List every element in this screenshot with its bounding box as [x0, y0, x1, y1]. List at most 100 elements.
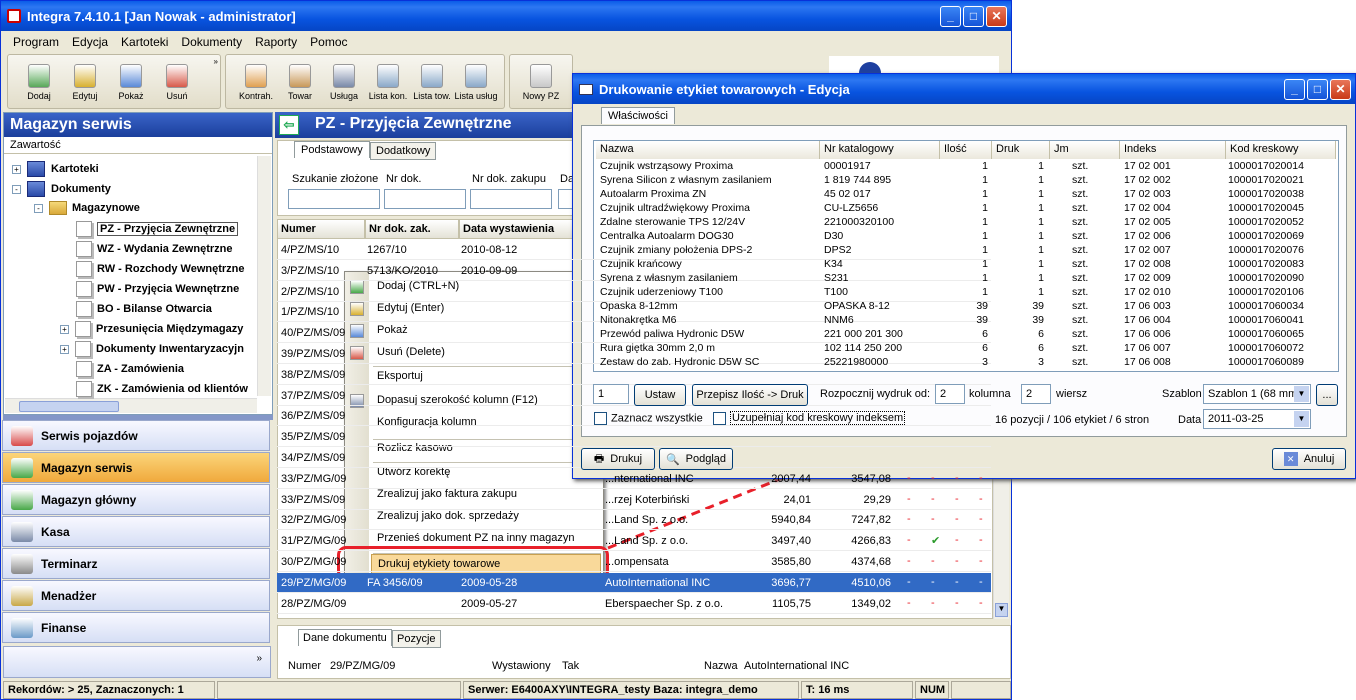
- nav-3[interactable]: Kasa: [2, 516, 270, 547]
- overflow-icon[interactable]: »: [214, 57, 218, 66]
- table-row[interactable]: 29/PZ/MG/09 FA 3456/09 2009-05-28 AutoInter…: [277, 572, 991, 593]
- toolbar-button-0[interactable]: Dodaj: [16, 55, 62, 107]
- quantity-input[interactable]: 1: [593, 384, 629, 404]
- tree-item[interactable]: ZK - Zamówienia od klientów: [76, 381, 248, 397]
- dialog-item-row[interactable]: Zestaw do zab. Hydronic D5W SC 2522198000…: [596, 356, 1336, 370]
- tree-hscrollbar[interactable]: [5, 398, 257, 413]
- table-row[interactable]: 28/PZ/MG/09 2009-05-27 Eberspaecher Sp. z …: [277, 594, 991, 614]
- nav-4[interactable]: Terminarz: [2, 548, 270, 579]
- menu-item-2[interactable]: Kartoteki: [121, 35, 168, 49]
- expand-icon[interactable]: +: [60, 324, 69, 334]
- ustaw-button[interactable]: Ustaw: [634, 384, 686, 406]
- nav-1[interactable]: Magazyn serwis: [2, 452, 270, 483]
- toolbar-button-8[interactable]: Lista tow.: [410, 55, 454, 107]
- checkbox[interactable]: [594, 412, 607, 425]
- expand-icon[interactable]: -: [34, 203, 43, 213]
- toolbar-button-5[interactable]: Towar: [278, 55, 322, 107]
- dialog-item-row[interactable]: Syrena z własnym zasilaniem S231 1 1 szt. 17 …: [596, 272, 1336, 286]
- checkbox[interactable]: [713, 412, 726, 425]
- nav-5[interactable]: Menadżer: [2, 580, 270, 611]
- przepisz-button[interactable]: Przepisz Ilość -> Druk: [692, 384, 808, 406]
- col-numer[interactable]: Numer: [277, 219, 365, 239]
- dialog-item-row[interactable]: Zdalne sterowanie TPS 12/24V 221000320100…: [596, 216, 1336, 230]
- chevron-down-icon[interactable]: »: [256, 653, 262, 664]
- main-titlebar[interactable]: Integra 7.4.10.1 [Jan Nowak - administra…: [1, 1, 1011, 31]
- dialog-item-row[interactable]: Czujnik krańcowy K34 1 1 szt. 17 02 008 100001…: [596, 258, 1336, 272]
- toolbar-button-2[interactable]: Pokaż: [108, 55, 154, 107]
- tab-dodatkowy[interactable]: Dodatkowy: [370, 142, 437, 160]
- nav-6[interactable]: Finanse: [2, 612, 270, 643]
- expand-icon[interactable]: +: [12, 164, 21, 174]
- column-input[interactable]: 2: [935, 384, 965, 404]
- tree-scrollbar[interactable]: [257, 156, 271, 396]
- nav-2[interactable]: Magazyn główny: [2, 484, 270, 515]
- dialog-col-5[interactable]: Indeks: [1120, 141, 1226, 159]
- dialog-item-row[interactable]: Czujnik zmiany położenia DPS-2 DPS2 1 1 szt.…: [596, 244, 1336, 258]
- minimize-button[interactable]: _: [940, 5, 961, 27]
- tab-wlasciwosci[interactable]: Właściwości: [601, 107, 675, 124]
- template-select[interactable]: Szablon 1 (68 mm ▼: [1203, 384, 1311, 404]
- preview-button[interactable]: 🔍 Podgląd: [659, 448, 733, 470]
- dialog-item-row[interactable]: Centralka Autoalarm DOG30 D30 1 1 szt. 17 02 …: [596, 230, 1336, 244]
- menu-item-1[interactable]: Edycja: [72, 35, 108, 49]
- dialog-item-row[interactable]: Przewód paliwa Hydronic D5W 221 000 201 3…: [596, 328, 1336, 342]
- dialog-col-6[interactable]: Kod kreskowy: [1226, 141, 1336, 159]
- search-complex-input[interactable]: [288, 189, 380, 209]
- table-row[interactable]: 33/PZ/MS/09 ...rzej Koterbiński 24,01 29,29…: [277, 490, 991, 510]
- more-button[interactable]: ...: [1316, 384, 1338, 406]
- table-row[interactable]: 30/PZ/MG/09 ...ompensata 3585,80 4374,68- - -…: [277, 552, 991, 572]
- col-nr-dok-zak[interactable]: Nr dok. zak.: [365, 219, 459, 239]
- menu-item-0[interactable]: Program: [13, 35, 59, 49]
- dialog-item-row[interactable]: Syrena Silicon z własnym zasilaniem 1 819…: [596, 174, 1336, 188]
- chevron-down-icon[interactable]: ▼: [1294, 386, 1309, 402]
- tree-item[interactable]: RW - Rozchody Wewnętrzne: [76, 261, 245, 277]
- toolbar-button-6[interactable]: Usługa: [322, 55, 366, 107]
- maximize-button[interactable]: □: [963, 5, 984, 27]
- purchase-doc-input[interactable]: [470, 189, 552, 209]
- tree-item[interactable]: + Przesunięcia Międzymagazy: [60, 321, 243, 337]
- new-pz-button[interactable]: Nowy PZ: [518, 55, 564, 107]
- close-button[interactable]: ✕: [986, 5, 1007, 27]
- dialog-titlebar[interactable]: Drukowanie etykiet towarowych - Edycja _…: [573, 74, 1355, 104]
- dialog-close-button[interactable]: ✕: [1330, 78, 1351, 100]
- dialog-item-row[interactable]: Czujnik ultradźwiękowy Proxima CU-LZ5656 1…: [596, 202, 1336, 216]
- date-picker[interactable]: 2011-03-25 ▼: [1203, 409, 1311, 429]
- dialog-item-row[interactable]: Czujnik uderzeniowy T100 T100 1 1 szt. 17 02 …: [596, 286, 1336, 300]
- dialog-col-4[interactable]: Jm: [1050, 141, 1120, 159]
- dialog-col-3[interactable]: Druk: [992, 141, 1050, 159]
- tab-pozycje[interactable]: Pozycje: [392, 630, 441, 648]
- tree-item[interactable]: - Dokumenty: [12, 181, 111, 197]
- menu-item-4[interactable]: Raporty: [255, 35, 297, 49]
- dialog-minimize-button[interactable]: _: [1284, 78, 1305, 100]
- menu-item-5[interactable]: Pomoc: [310, 35, 347, 49]
- back-icon[interactable]: ⇦: [279, 115, 299, 135]
- menu-item-3[interactable]: Dokumenty: [181, 35, 242, 49]
- dialog-maximize-button[interactable]: □: [1307, 78, 1328, 100]
- tree-item[interactable]: BO - Bilanse Otwarcia: [76, 301, 212, 317]
- scroll-down-icon[interactable]: ▼: [995, 603, 1008, 617]
- dialog-item-row[interactable]: Rura giętka 30mm 2,0 m 102 114 250 200 6 6 s…: [596, 342, 1336, 356]
- select-all-checkbox[interactable]: Zaznacz wszystkie: [594, 412, 703, 425]
- dialog-col-2[interactable]: Ilość: [940, 141, 992, 159]
- table-row[interactable]: 32/PZ/MG/09 ...Land Sp. z o.o. 5940,84 7247…: [277, 510, 991, 531]
- col-data[interactable]: Data wystawienia: [459, 219, 573, 239]
- fill-barcode-checkbox[interactable]: Uzupełniaj kod kreskowy indeksem: [713, 411, 906, 426]
- chevron-down-icon[interactable]: ▼: [1294, 411, 1309, 427]
- print-button[interactable]: 🖶 Drukuj: [581, 448, 655, 470]
- tree-item[interactable]: - Magazynowe: [34, 201, 140, 215]
- dialog-item-row[interactable]: Czujnik wstrząsowy Proxima 00001917 1 1 szt.…: [596, 160, 1336, 174]
- table-row[interactable]: 33/PZ/MG/09 ...nternational INC 2007,44 354…: [277, 469, 991, 489]
- cancel-button[interactable]: ✕ Anuluj: [1272, 448, 1346, 470]
- dialog-item-row[interactable]: Nitonakrętka M6 NNM6 39 39 szt. 17 06 004 1000…: [596, 314, 1336, 328]
- tree-item[interactable]: + Kartoteki: [12, 161, 99, 177]
- dialog-col-0[interactable]: Nazwa: [596, 141, 820, 159]
- row-input[interactable]: 2: [1021, 384, 1051, 404]
- toolbar-button-1[interactable]: Edytuj: [62, 55, 108, 107]
- expand-icon[interactable]: +: [60, 344, 69, 354]
- tab-dane-dokumentu[interactable]: Dane dokumentu: [298, 629, 392, 646]
- tab-podstawowy[interactable]: Podstawowy: [294, 141, 370, 158]
- toolbar-button-3[interactable]: Usuń: [154, 55, 200, 107]
- tree-item[interactable]: WZ - Wydania Zewnętrzne: [76, 241, 232, 257]
- expand-icon[interactable]: -: [12, 184, 21, 194]
- tree-item[interactable]: PZ - Przyjęcia Zewnętrzne: [76, 221, 239, 237]
